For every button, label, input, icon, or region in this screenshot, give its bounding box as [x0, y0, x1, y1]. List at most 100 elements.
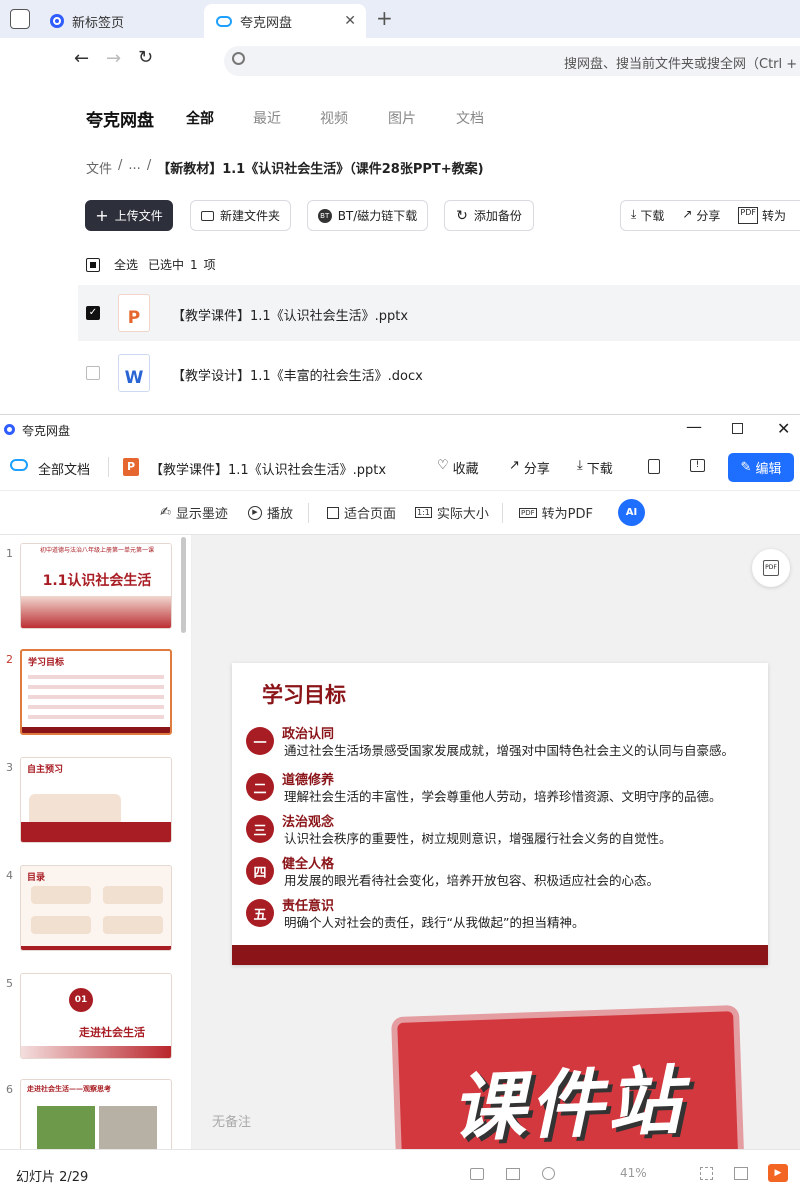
slide-thumbnail[interactable]: 01 走进社会生活: [20, 973, 172, 1059]
objective-badge: 二: [246, 773, 274, 801]
fit-icon[interactable]: [700, 1167, 713, 1180]
file-checkbox-checked[interactable]: ✓: [86, 306, 100, 320]
file-row[interactable]: ✓ P 【教学课件】1.1《认识社会生活》.pptx: [78, 285, 800, 341]
zoom-level[interactable]: 41%: [620, 1166, 647, 1180]
to-pdf-label: 转为: [762, 209, 787, 223]
selected-prefix: 已选中: [148, 258, 185, 272]
tab-quark-drive[interactable]: 夸克网盘 ✕: [204, 4, 366, 38]
thumbnail-number: 4: [6, 869, 13, 882]
back-icon[interactable]: ←: [74, 48, 89, 69]
thumbnail-scrollbar[interactable]: [181, 537, 186, 633]
breadcrumb-ellipsis[interactable]: ...: [128, 158, 140, 177]
actual-size-label: 实际大小: [436, 507, 489, 522]
breadcrumb: 文件 / ... / 【新教材】1.1《认识社会生活》（课件28张PPT+教案): [86, 158, 484, 177]
new-folder-button[interactable]: 新建文件夹: [190, 200, 291, 231]
tab-image[interactable]: 图片: [388, 108, 416, 128]
pdf-float-button[interactable]: PDF: [752, 549, 790, 587]
tab-video[interactable]: 视频: [320, 108, 348, 128]
share-action[interactable]: ↗ 分享: [682, 207, 720, 224]
divider: [108, 457, 109, 477]
tab-all[interactable]: 全部: [186, 108, 214, 128]
file-checkbox[interactable]: [86, 366, 100, 380]
download-action[interactable]: ⤓ 下载: [631, 207, 664, 224]
slideshow-play-icon[interactable]: ▶: [768, 1164, 788, 1182]
maximize-icon[interactable]: [732, 423, 743, 434]
actual-size-button[interactable]: 1:1 实际大小: [415, 503, 489, 522]
search-icon: [232, 52, 245, 65]
ai-assistant-icon[interactable]: AI: [618, 499, 645, 526]
drive-brand: 夸克网盘: [86, 111, 154, 131]
bt-download-button[interactable]: BT BT/磁力链下载: [307, 200, 428, 231]
share-label: 分享: [523, 462, 550, 477]
breadcrumb-current: 【新教材】1.1《认识社会生活》（课件28张PPT+教案): [157, 162, 484, 177]
all-documents-link[interactable]: 全部文档: [38, 459, 90, 478]
tab-new-tab[interactable]: 新标签页: [38, 4, 200, 38]
tab-recent[interactable]: 最近: [253, 108, 281, 128]
slide-thumbnail[interactable]: 目录: [20, 865, 172, 951]
slide-footer-band: [232, 945, 768, 965]
thumbnail-card: [31, 886, 91, 904]
slide-counter: 幻灯片 2/29: [16, 1170, 89, 1185]
ink-icon: ✍: [160, 505, 171, 520]
breadcrumb-root[interactable]: 文件: [86, 158, 112, 177]
backup-label: 添加备份: [473, 209, 522, 223]
thumbnail-title: 走进社会生活——观察思考: [27, 1085, 111, 1093]
forward-icon[interactable]: →: [106, 48, 121, 69]
objective-desc: 通过社会生活场景感受国家发展成就，增强对中国特色社会主义的认同与自豪感。: [284, 743, 735, 758]
thumbnail-title: 自主预习: [27, 765, 64, 775]
thumbnail-card: [31, 916, 91, 934]
tab-document[interactable]: 文档: [456, 108, 484, 128]
edit-button[interactable]: ✎ 编辑: [728, 453, 794, 482]
notes-toggle-icon[interactable]: [470, 1168, 484, 1180]
fit-page-button[interactable]: 适合页面: [327, 503, 396, 522]
minimize-icon[interactable]: —: [686, 417, 702, 436]
download-button[interactable]: ⤓ 下载: [577, 458, 613, 477]
file-name[interactable]: 【教学课件】1.1《认识社会生活》.pptx: [172, 305, 408, 324]
thumbnail-content: [28, 669, 164, 721]
heart-icon: ♡: [437, 458, 449, 473]
add-backup-button[interactable]: ↻ 添加备份: [444, 200, 534, 231]
document-viewer-window: 夸克网盘 — ✕ 全部文档 P 【教学课件】1.1《认识社会生活》.pptx ♡…: [0, 414, 800, 1201]
select-all-checkbox[interactable]: [86, 257, 100, 272]
thumbnail-footer: [21, 946, 171, 950]
play-button[interactable]: ▶ 播放: [248, 503, 293, 522]
reload-icon[interactable]: ↻: [138, 47, 153, 68]
slide-thumbnail[interactable]: 走进社会生活——观察思考: [20, 1079, 172, 1149]
feedback-icon[interactable]: !: [690, 459, 705, 472]
to-pdf-action[interactable]: PDF 转为: [738, 207, 786, 224]
slide-thumbnail-panel: 1 初中道德与法治八年级上册第一单元第一课 1.1认识社会生活 2 学习目标 3…: [0, 535, 192, 1149]
browser-logo-icon: [50, 14, 64, 28]
globe-icon[interactable]: [542, 1167, 555, 1180]
slide-thumbnail[interactable]: 自主预习: [20, 757, 172, 843]
slide-thumbnail[interactable]: 初中道德与法治八年级上册第一单元第一课 1.1认识社会生活: [20, 543, 172, 629]
new-tab-button[interactable]: +: [376, 6, 393, 30]
thumbnail-title: 学习目标: [28, 658, 65, 668]
pencil-icon: ✎: [740, 460, 752, 475]
selection-action-group: ⤓ 下载 ↗ 分享 PDF 转为: [620, 200, 800, 231]
convert-pdf-button[interactable]: PDF 转为PDF: [519, 503, 593, 522]
current-slide: 学习目标 一 政治认同 通过社会生活场景感受国家发展成就，增强对中国特色社会主义…: [232, 663, 768, 965]
open-external-icon[interactable]: [648, 459, 660, 474]
slide-thumbnail-active[interactable]: 学习目标: [20, 649, 172, 735]
share-button[interactable]: ↗ 分享: [509, 458, 550, 477]
thumbnail-badge: 01: [69, 988, 93, 1012]
selected-suffix: 项: [203, 258, 216, 272]
select-all-label[interactable]: 全选: [114, 256, 138, 273]
show-ink-label: 显示墨迹: [175, 507, 228, 522]
favorite-button[interactable]: ♡ 收藏: [437, 458, 479, 477]
file-name[interactable]: 【教学设计】1.1《丰富的社会生活》.docx: [172, 365, 423, 384]
slide-notes: 无备注: [212, 1115, 252, 1130]
upload-button[interactable]: + 上传文件: [85, 200, 173, 231]
thumbnail-number: 3: [6, 761, 13, 774]
thumbnail-card: [103, 916, 163, 934]
show-ink-button[interactable]: ✍ 显示墨迹: [160, 503, 228, 522]
grid-view-icon[interactable]: [506, 1168, 520, 1180]
address-input[interactable]: 搜网盘、搜当前文件夹或搜全网（Ctrl + F: [224, 46, 800, 76]
objective-desc: 用发展的眼光看待社会变化，培养开放包容、积极适应社会的心态。: [284, 873, 660, 888]
play-label: 播放: [267, 507, 294, 522]
tab-search-icon[interactable]: [10, 9, 30, 29]
close-tab-icon[interactable]: ✕: [344, 13, 356, 29]
close-window-icon[interactable]: ✕: [777, 419, 790, 438]
file-row[interactable]: W 【教学设计】1.1《丰富的社会生活》.docx: [78, 345, 800, 401]
fullscreen-icon[interactable]: [734, 1167, 748, 1180]
